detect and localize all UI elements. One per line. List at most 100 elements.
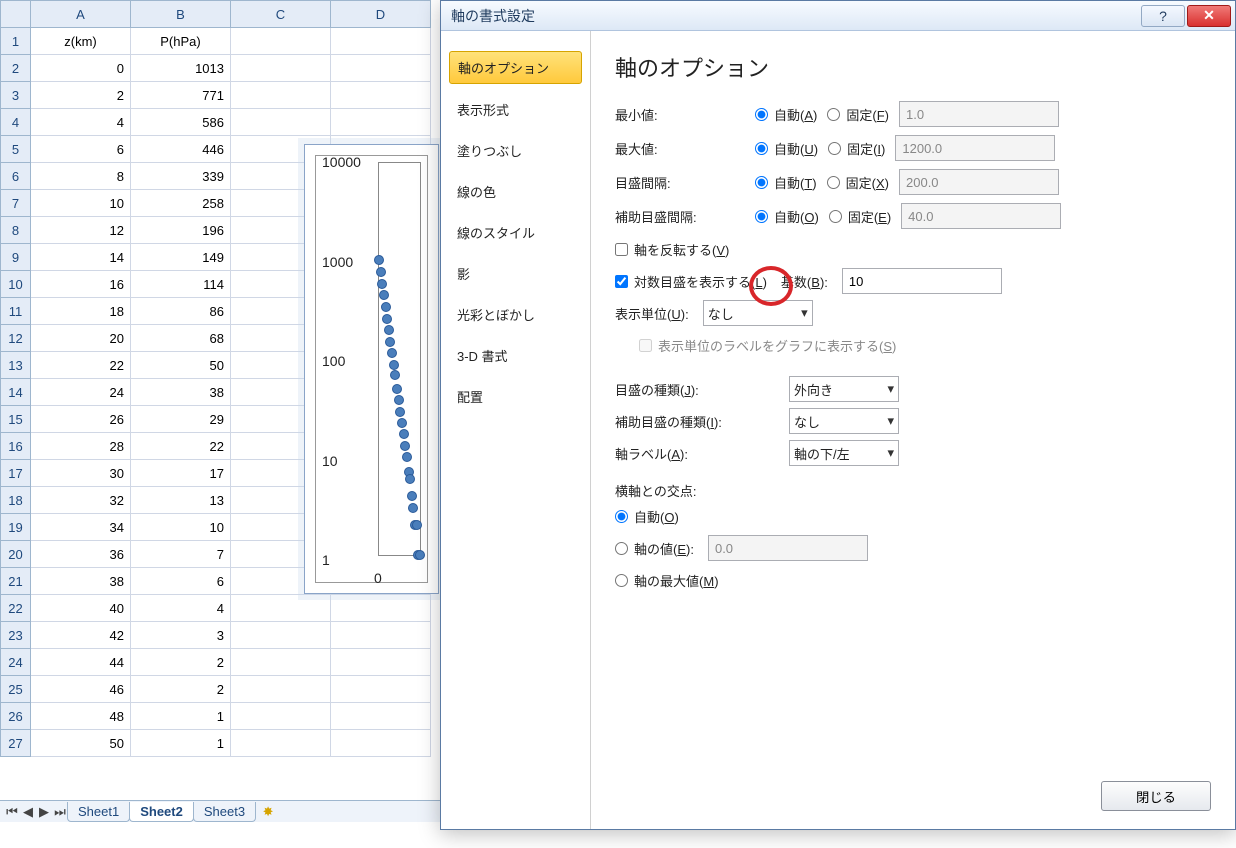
- tab-nav-next-icon[interactable]: ▶: [36, 803, 52, 821]
- major-value-input[interactable]: [899, 169, 1059, 195]
- sidebar-item[interactable]: 線の色: [449, 176, 582, 207]
- close-window-button[interactable]: ✕: [1187, 5, 1231, 27]
- sidebar-item[interactable]: 光彩とぼかし: [449, 299, 582, 330]
- row-header[interactable]: 7: [1, 190, 31, 217]
- cell[interactable]: 1: [131, 703, 231, 730]
- row-header[interactable]: 11: [1, 298, 31, 325]
- cell[interactable]: 17: [131, 460, 231, 487]
- row-header[interactable]: 8: [1, 217, 31, 244]
- row-header[interactable]: 13: [1, 352, 31, 379]
- cross-max-radio[interactable]: 軸の最大値(M): [615, 571, 719, 590]
- cell[interactable]: [231, 28, 331, 55]
- min-value-input[interactable]: [899, 101, 1059, 127]
- sidebar-item[interactable]: 影: [449, 258, 582, 289]
- cell[interactable]: 40: [31, 595, 131, 622]
- row-header[interactable]: 5: [1, 136, 31, 163]
- cell[interactable]: 446: [131, 136, 231, 163]
- cell[interactable]: 12: [31, 217, 131, 244]
- cell[interactable]: 13: [131, 487, 231, 514]
- row-header[interactable]: 25: [1, 676, 31, 703]
- row-header[interactable]: 23: [1, 622, 31, 649]
- max-value-input[interactable]: [895, 135, 1055, 161]
- display-unit-select[interactable]: なし ▾: [703, 300, 813, 326]
- cell[interactable]: 50: [31, 730, 131, 757]
- row-header[interactable]: 12: [1, 325, 31, 352]
- tab-sheet1[interactable]: Sheet1: [67, 802, 130, 822]
- row-header[interactable]: 26: [1, 703, 31, 730]
- row-header[interactable]: 14: [1, 379, 31, 406]
- cell[interactable]: [331, 676, 431, 703]
- cell[interactable]: 10: [131, 514, 231, 541]
- cell[interactable]: 149: [131, 244, 231, 271]
- tab-nav-first-icon[interactable]: ⏮: [4, 803, 20, 821]
- cell[interactable]: [331, 595, 431, 622]
- cell[interactable]: 586: [131, 109, 231, 136]
- cell[interactable]: 18: [31, 298, 131, 325]
- cell[interactable]: z(km): [31, 28, 131, 55]
- minor-tick-type-select[interactable]: なし ▾: [789, 408, 899, 434]
- cell[interactable]: [331, 109, 431, 136]
- col-header-A[interactable]: A: [31, 1, 131, 28]
- row-header[interactable]: 19: [1, 514, 31, 541]
- cell[interactable]: 8: [31, 163, 131, 190]
- minor-value-input[interactable]: [901, 203, 1061, 229]
- row-header[interactable]: 16: [1, 433, 31, 460]
- row-header[interactable]: 9: [1, 244, 31, 271]
- minor-auto-radio[interactable]: 自動(O): [755, 207, 819, 226]
- row-header[interactable]: 24: [1, 649, 31, 676]
- cell[interactable]: [231, 595, 331, 622]
- cell[interactable]: 24: [31, 379, 131, 406]
- cell[interactable]: 16: [31, 271, 131, 298]
- cell[interactable]: P(hPa): [131, 28, 231, 55]
- cell[interactable]: 14: [31, 244, 131, 271]
- cell[interactable]: 1013: [131, 55, 231, 82]
- cell[interactable]: [331, 82, 431, 109]
- cell[interactable]: 0: [31, 55, 131, 82]
- cell[interactable]: 44: [31, 649, 131, 676]
- cell[interactable]: 26: [31, 406, 131, 433]
- cell[interactable]: [231, 55, 331, 82]
- tab-nav-prev-icon[interactable]: ◀: [20, 803, 36, 821]
- max-fixed-radio[interactable]: 固定(I): [828, 139, 885, 158]
- cell[interactable]: 339: [131, 163, 231, 190]
- cell[interactable]: 42: [31, 622, 131, 649]
- row-header[interactable]: 4: [1, 109, 31, 136]
- cell[interactable]: [331, 28, 431, 55]
- cell[interactable]: 36: [31, 541, 131, 568]
- sidebar-item[interactable]: 配置: [449, 381, 582, 412]
- row-header[interactable]: 3: [1, 82, 31, 109]
- cell[interactable]: [231, 622, 331, 649]
- cell[interactable]: 7: [131, 541, 231, 568]
- col-header-C[interactable]: C: [231, 1, 331, 28]
- sidebar-item[interactable]: 3-D 書式: [449, 340, 582, 371]
- cell[interactable]: 38: [31, 568, 131, 595]
- cell[interactable]: [331, 649, 431, 676]
- row-header[interactable]: 20: [1, 541, 31, 568]
- reverse-axis-check[interactable]: 軸を反転する(V): [615, 240, 729, 259]
- cell[interactable]: 114: [131, 271, 231, 298]
- cell[interactable]: 6: [131, 568, 231, 595]
- cell[interactable]: 22: [31, 352, 131, 379]
- cell[interactable]: 46: [31, 676, 131, 703]
- log-base-input[interactable]: [842, 268, 1002, 294]
- cell[interactable]: [231, 82, 331, 109]
- cell[interactable]: 34: [31, 514, 131, 541]
- cell[interactable]: 2: [131, 676, 231, 703]
- row-header[interactable]: 18: [1, 487, 31, 514]
- cell[interactable]: 30: [31, 460, 131, 487]
- cell[interactable]: 28: [31, 433, 131, 460]
- cell[interactable]: 50: [131, 352, 231, 379]
- cross-auto-radio[interactable]: 自動(O): [615, 507, 679, 526]
- cell[interactable]: 4: [131, 595, 231, 622]
- cell[interactable]: 38: [131, 379, 231, 406]
- row-header[interactable]: 2: [1, 55, 31, 82]
- embedded-chart[interactable]: 110100100010000 0: [304, 144, 439, 594]
- cell[interactable]: 10: [31, 190, 131, 217]
- row-header[interactable]: 6: [1, 163, 31, 190]
- tab-sheet3[interactable]: Sheet3: [193, 802, 256, 822]
- major-auto-radio[interactable]: 自動(T): [755, 173, 817, 192]
- cell[interactable]: 2: [131, 649, 231, 676]
- cell[interactable]: [331, 730, 431, 757]
- cell[interactable]: [331, 55, 431, 82]
- col-header-B[interactable]: B: [131, 1, 231, 28]
